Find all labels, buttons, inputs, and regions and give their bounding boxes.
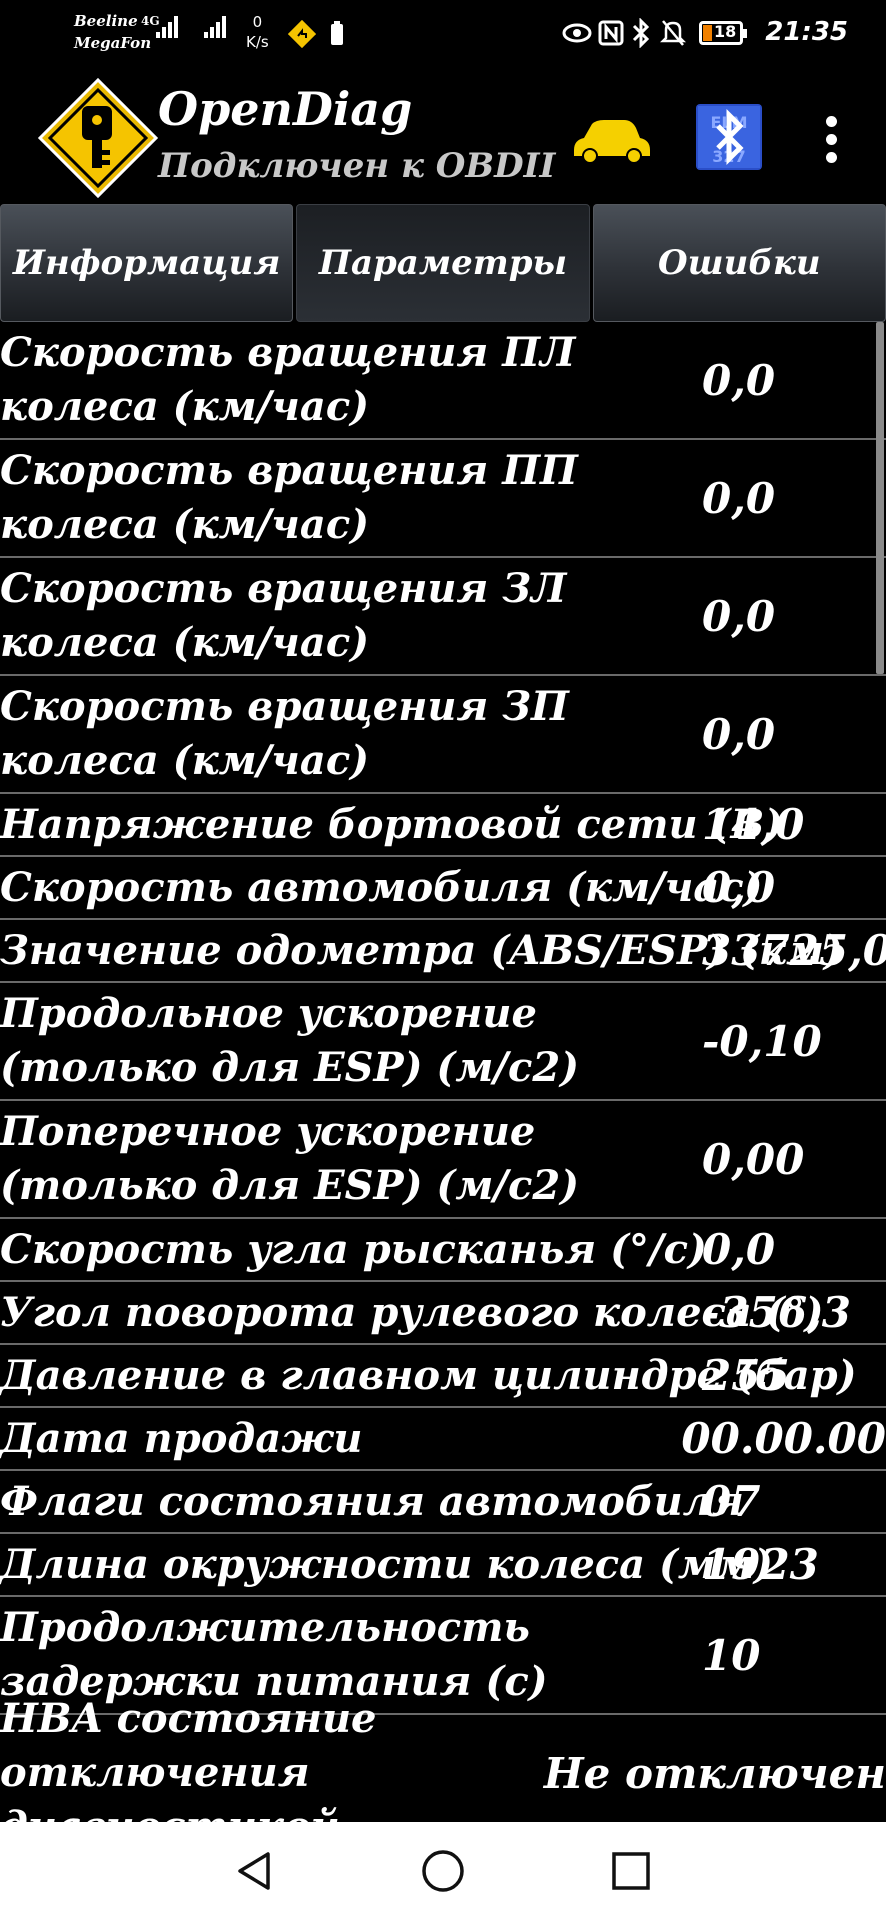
tab-bar: Информация Параметры Ошибки xyxy=(0,204,886,322)
param-value: 10 xyxy=(702,1630,761,1680)
app-title: OpenDiag xyxy=(158,82,413,136)
list-item: Флаги состояния автомобиля 07 xyxy=(0,1471,886,1534)
app-logo-key-icon xyxy=(37,77,159,199)
param-value: -356,3 xyxy=(702,1288,851,1337)
list-item: Скорость вращения ЗП колеса (км/час) 0,0 xyxy=(0,676,886,794)
app-bar: OpenDiag Подключен к OBDII ELM 327 xyxy=(0,68,886,204)
param-name: Скорость вращения ЗЛ колеса (км/час) xyxy=(0,565,567,666)
param-name: Скорость вращения ЗП колеса (км/час) xyxy=(0,683,569,784)
scrollbar[interactable] xyxy=(876,322,884,674)
param-value: 33725,0 xyxy=(702,926,886,975)
param-value: 0,0 xyxy=(702,473,776,523)
nfc-icon xyxy=(598,20,624,46)
param-value: 0,0 xyxy=(702,863,776,912)
signal-icon xyxy=(156,16,180,38)
param-name: Скорость угла рысканья (°/с) xyxy=(0,1225,707,1273)
carrier-labels: Beeline MegaFon xyxy=(74,10,151,54)
bluetooth-elm-button[interactable]: ELM 327 xyxy=(696,104,762,170)
list-item: Скорость автомобиля (км/час) 0,0 xyxy=(0,857,886,920)
home-circle-icon[interactable] xyxy=(418,1846,468,1896)
signal-icon xyxy=(204,16,228,38)
bell-off-icon xyxy=(660,20,686,46)
param-value: 0,0 xyxy=(702,709,776,759)
param-name: Флаги состояния автомобиля xyxy=(0,1477,744,1525)
speed-unit: K/s xyxy=(246,33,269,51)
param-name: HBA состояние отключения диагностикой xyxy=(0,1695,377,1822)
list-item: Поперечное ускорение (только для ESP) (м… xyxy=(0,1101,886,1219)
list-item: Скорость вращения ПП колеса (км/час) 0,0 xyxy=(0,440,886,558)
warning-icon xyxy=(288,20,316,48)
param-name: Давление в главном цилиндре (бар) xyxy=(0,1351,857,1399)
param-name: Скорость автомобиля (км/час) xyxy=(0,863,763,911)
connection-status: Подключен к OBDII xyxy=(158,146,556,186)
parameter-list[interactable]: Скорость вращения ПЛ колеса (км/час) 0,0… xyxy=(0,322,886,1822)
param-value: 0,00 xyxy=(702,1134,805,1184)
param-name: Дата продажи xyxy=(0,1414,363,1462)
param-value: -0,10 xyxy=(702,1016,822,1066)
list-item: Длина окружности колеса (мм) 1923 xyxy=(0,1534,886,1597)
param-name: Поперечное ускорение (только для ESP) (м… xyxy=(0,1108,580,1209)
battery-icon: 18 xyxy=(699,21,747,45)
param-name: Угол поворота рулевого колеса (°) xyxy=(0,1288,824,1336)
param-name: Напряжение бортовой сети (В) xyxy=(0,800,784,848)
param-value: 14,0 xyxy=(702,800,805,849)
param-value: 0,0 xyxy=(702,1225,776,1274)
param-value: 0,0 xyxy=(702,591,776,641)
list-item: Скорость угла рысканья (°/с) 0,0 xyxy=(0,1219,886,1282)
param-name: Длина окружности колеса (мм) xyxy=(0,1540,773,1588)
eye-icon xyxy=(562,23,592,43)
more-menu-icon[interactable] xyxy=(816,114,848,166)
param-value: Не отключен xyxy=(543,1748,886,1798)
param-value: 07 xyxy=(702,1477,761,1526)
carrier-2: MegaFon xyxy=(74,34,152,52)
param-value: 255 xyxy=(702,1351,790,1400)
carrier-1: Beeline xyxy=(74,12,138,30)
list-item: Дата продажи 00.00.00 xyxy=(0,1408,886,1471)
list-item: Значение одометра (ABS/ESP) (км) 33725,0 xyxy=(0,920,886,983)
battery-level: 18 xyxy=(714,22,737,41)
car-icon[interactable] xyxy=(570,114,652,166)
tab-errors[interactable]: Ошибки xyxy=(592,204,886,322)
list-item: Давление в главном цилиндре (бар) 255 xyxy=(0,1345,886,1408)
param-name: Значение одометра (ABS/ESP) (км) xyxy=(0,926,843,974)
param-value: 1923 xyxy=(702,1540,819,1589)
network-speed: 0 K/s xyxy=(246,12,269,52)
bluetooth-icon xyxy=(632,18,650,48)
param-value: 00.00.00 xyxy=(681,1414,886,1463)
list-item: Скорость вращения ЗЛ колеса (км/час) 0,0 xyxy=(0,558,886,676)
param-value: 0,0 xyxy=(702,355,776,405)
param-name: Продольное ускорение (только для ESP) (м… xyxy=(0,990,580,1091)
sim-icon xyxy=(331,21,343,45)
param-name: Скорость вращения ПП колеса (км/час) xyxy=(0,447,578,548)
bluetooth-icon: ELM 327 xyxy=(698,106,760,168)
navigation-bar xyxy=(0,1822,886,1920)
list-item: Напряжение бортовой сети (В) 14,0 xyxy=(0,794,886,857)
speed-value: 0 xyxy=(252,13,263,31)
list-item: Угол поворота рулевого колеса (°) -356,3 xyxy=(0,1282,886,1345)
status-bar: Beeline MegaFon 4G 0 K/s 18 21:35 xyxy=(0,0,886,68)
list-item: HBA состояние отключения диагностикой Не… xyxy=(0,1695,886,1822)
param-name: Скорость вращения ПЛ колеса (км/час) xyxy=(0,329,576,430)
clock: 21:35 xyxy=(765,17,848,47)
list-item: Продольное ускорение (только для ESP) (м… xyxy=(0,983,886,1101)
tab-params[interactable]: Параметры xyxy=(296,204,590,322)
back-triangle-icon[interactable] xyxy=(230,1846,280,1896)
tab-info[interactable]: Информация xyxy=(0,204,294,322)
recents-square-icon[interactable] xyxy=(606,1846,656,1896)
list-item: Скорость вращения ПЛ колеса (км/час) 0,0 xyxy=(0,322,886,440)
